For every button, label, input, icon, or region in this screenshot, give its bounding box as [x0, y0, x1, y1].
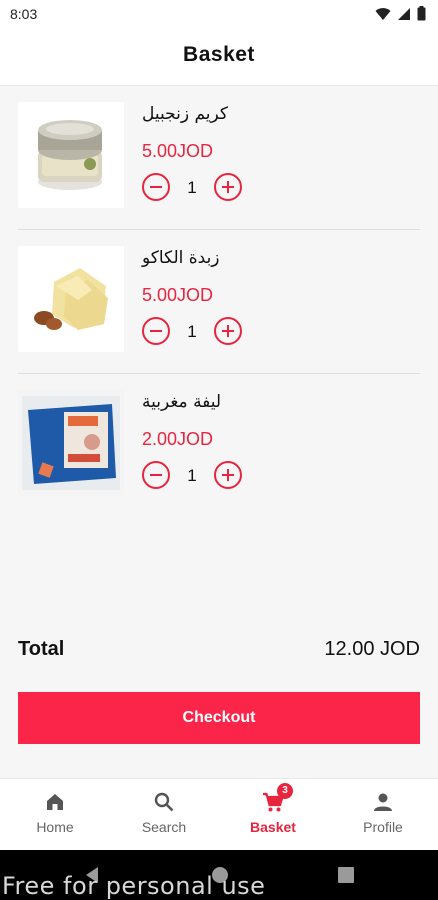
product-image-jar[interactable]: [18, 102, 124, 208]
nav-item-profile[interactable]: Profile: [333, 791, 433, 843]
basket-item: زبدة الكاكو 5.00JOD 1: [0, 230, 438, 374]
quantity-stepper: 1: [142, 317, 242, 347]
status-bar: 8:03: [0, 0, 438, 28]
nav-item-home[interactable]: Home: [5, 791, 105, 843]
loofah-image: [18, 390, 124, 496]
cart-count-badge: 3: [277, 783, 293, 799]
quantity-value: 1: [187, 466, 197, 485]
decrease-quantity-button[interactable]: [142, 317, 170, 345]
status-time: 8:03: [10, 6, 38, 22]
nav-label-basket: Basket: [250, 819, 296, 835]
cocoa-butter-image: [18, 246, 124, 352]
nav-item-basket[interactable]: 3 Basket: [223, 783, 323, 843]
page-title: Basket: [183, 43, 255, 66]
recents-icon[interactable]: [338, 867, 354, 883]
increase-quantity-button[interactable]: [214, 317, 242, 345]
status-icons: [375, 6, 426, 21]
product-name: كريم زنجبيل: [142, 104, 228, 124]
product-price: 2.00JOD: [142, 429, 214, 449]
decrease-quantity-button[interactable]: [142, 461, 170, 489]
product-name: زبدة الكاكو: [142, 248, 220, 268]
quantity-value: 1: [187, 178, 197, 197]
basket-item: كريم زنجبيل 5.00JOD 1: [0, 86, 438, 230]
nav-label-home: Home: [36, 819, 74, 835]
product-name: ليفة مغربية: [142, 392, 222, 412]
nav-label-search: Search: [141, 819, 187, 835]
home-icon: [44, 791, 66, 813]
quantity-stepper: 1: [142, 173, 242, 203]
total-value: 12.00 JOD: [324, 638, 420, 660]
nav-item-search[interactable]: Search: [114, 791, 214, 843]
product-price: 5.00JOD: [142, 141, 214, 161]
app-bar: Basket: [0, 28, 438, 86]
quantity-value: 1: [187, 322, 197, 341]
watermark-text: Free for personal use: [2, 872, 266, 900]
nav-label-profile: Profile: [363, 819, 403, 835]
search-icon: [153, 791, 175, 813]
quantity-stepper: 1: [142, 461, 242, 491]
product-image-cocoa-butter[interactable]: [18, 246, 124, 352]
signal-icon: [398, 7, 410, 20]
product-price: 5.00JOD: [142, 285, 214, 305]
product-image-loofah[interactable]: [18, 390, 124, 496]
decrease-quantity-button[interactable]: [142, 173, 170, 201]
increase-quantity-button[interactable]: [214, 461, 242, 489]
bottom-nav: Home Search 3 Basket Profile: [0, 778, 438, 850]
wifi-icon: [375, 7, 391, 20]
cart-icon: 3: [262, 783, 293, 813]
jar-image: [18, 102, 124, 208]
person-icon: [372, 791, 394, 813]
basket-item: ليفة مغربية 2.00JOD 1: [0, 374, 438, 518]
increase-quantity-button[interactable]: [214, 173, 242, 201]
total-label: Total: [18, 638, 65, 660]
battery-icon: [417, 6, 426, 21]
checkout-button[interactable]: Checkout: [18, 692, 420, 744]
